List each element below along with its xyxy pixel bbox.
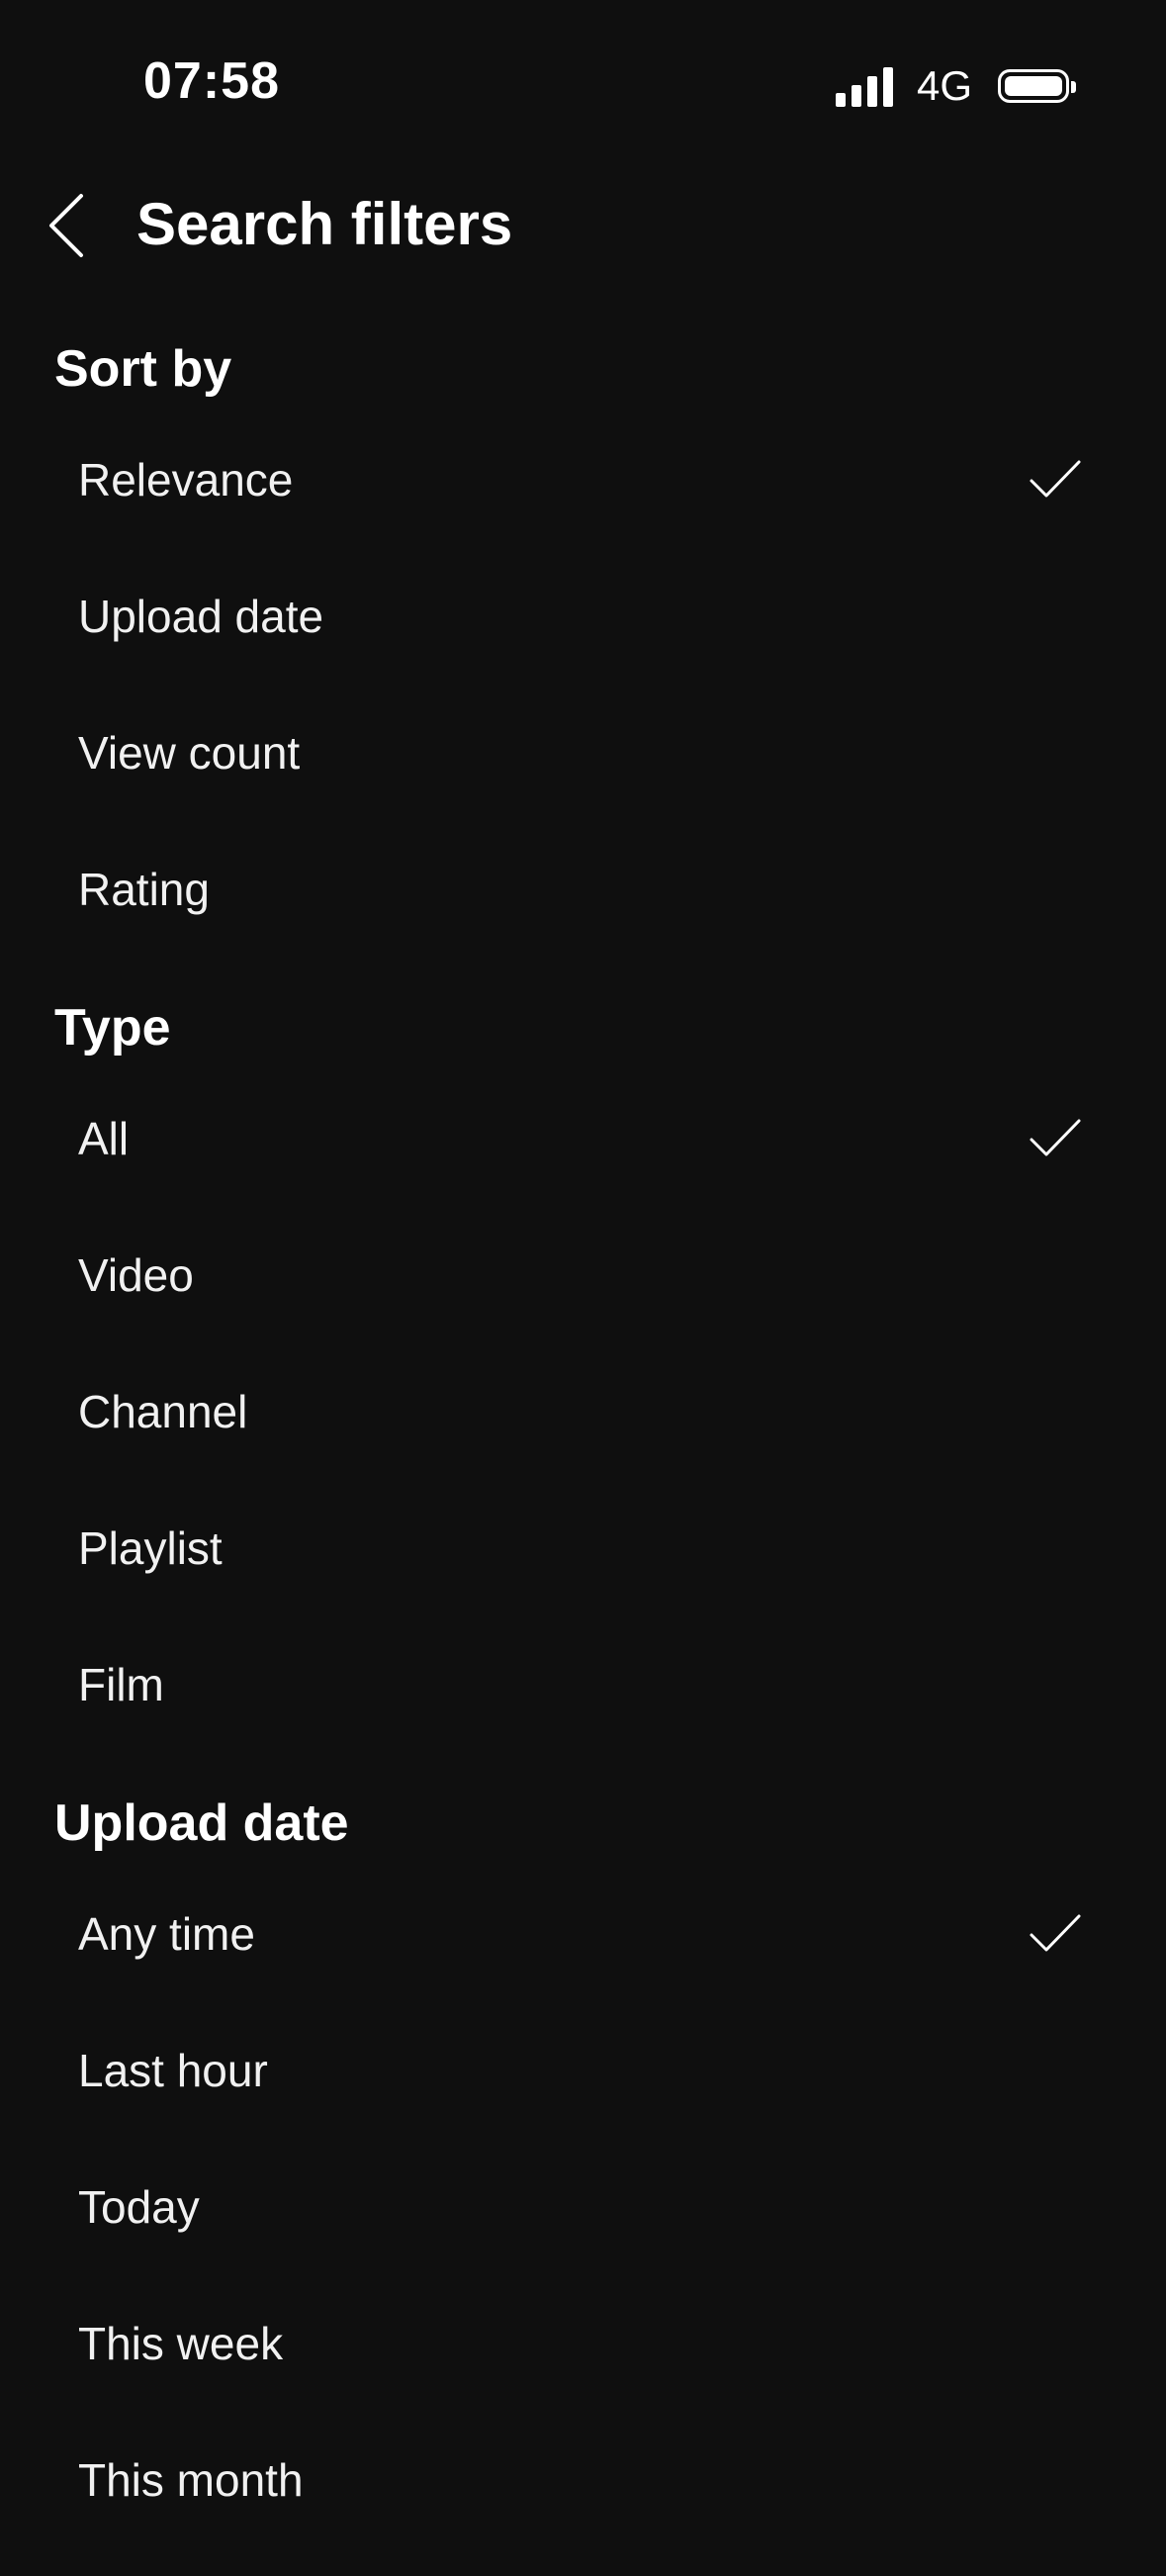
option-label: All <box>78 1113 130 1164</box>
option-upload-date[interactable]: Upload date <box>0 548 1166 685</box>
section-upload-date: Upload date Any time Last hour Today Thi… <box>0 1781 1166 2548</box>
option-this-month[interactable]: This month <box>0 2412 1166 2548</box>
option-all[interactable]: All <box>0 1070 1166 1207</box>
battery-icon <box>998 69 1076 103</box>
section-title: Sort by <box>54 340 232 398</box>
option-label: This week <box>78 2318 284 2369</box>
option-label: Upload date <box>78 591 324 642</box>
option-label: Any time <box>78 1908 255 1960</box>
header: Search filters <box>0 168 1166 287</box>
option-label: Channel <box>78 1386 248 1437</box>
checkmark-icon <box>1030 1914 1081 1952</box>
page-title: Search filters <box>136 191 513 257</box>
option-film[interactable]: Film <box>0 1616 1166 1753</box>
option-label: This month <box>78 2454 304 2506</box>
section-title: Type <box>54 999 171 1057</box>
option-label: Playlist <box>78 1522 223 1574</box>
option-label: Video <box>78 1249 194 1301</box>
option-last-hour[interactable]: Last hour <box>0 2002 1166 2139</box>
checkmark-icon <box>1030 460 1081 498</box>
status-bar: 07:58 4G <box>0 0 1166 158</box>
status-time: 07:58 <box>143 52 280 110</box>
chevron-left-icon <box>49 194 83 257</box>
option-view-count[interactable]: View count <box>0 685 1166 821</box>
option-label: Film <box>78 1659 164 1710</box>
option-label: Rating <box>78 864 210 915</box>
section-title: Upload date <box>54 1794 349 1852</box>
option-this-week[interactable]: This week <box>0 2275 1166 2412</box>
option-label: View count <box>78 727 301 779</box>
section-sort-by: Sort by Relevance Upload date View count… <box>0 326 1166 958</box>
option-today[interactable]: Today <box>0 2139 1166 2275</box>
option-channel[interactable]: Channel <box>0 1343 1166 1480</box>
checkmark-icon <box>1030 1119 1081 1156</box>
back-button[interactable] <box>20 178 115 273</box>
section-type: Type All Video Channel Playlist Film <box>0 985 1166 1753</box>
option-video[interactable]: Video <box>0 1207 1166 1343</box>
filter-list: Sort by Relevance Upload date View count… <box>0 326 1166 2576</box>
option-relevance[interactable]: Relevance <box>0 412 1166 548</box>
option-rating[interactable]: Rating <box>0 821 1166 958</box>
option-label: Last hour <box>78 2045 268 2096</box>
network-type: 4G <box>916 62 972 109</box>
signal-icon <box>835 65 893 107</box>
option-any-time[interactable]: Any time <box>0 1866 1166 2002</box>
option-playlist[interactable]: Playlist <box>0 1480 1166 1616</box>
status-indicators: 4G <box>835 61 1076 111</box>
option-label: Relevance <box>78 454 294 506</box>
option-label: Today <box>78 2181 200 2233</box>
